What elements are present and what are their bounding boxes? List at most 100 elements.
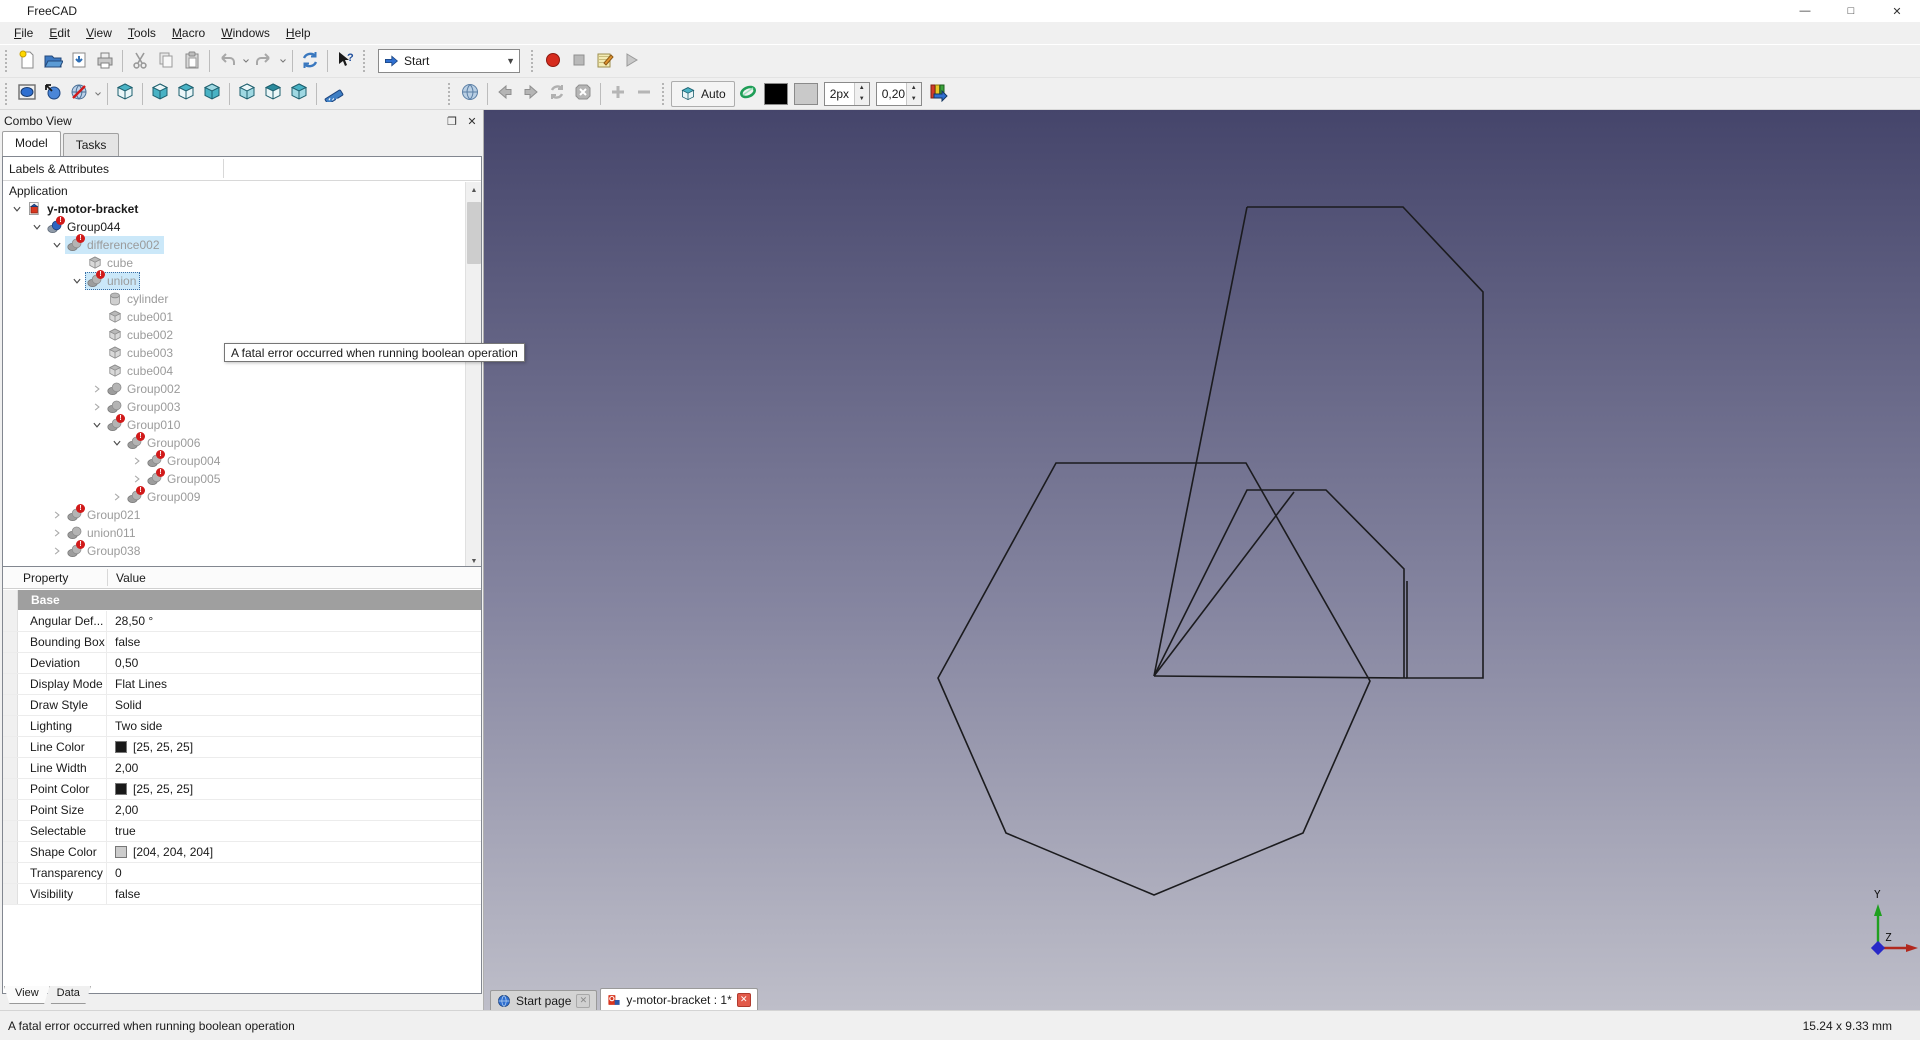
tree-item-cube001[interactable]: cube001 [3,308,464,326]
spinner-up-icon[interactable]: ▲ [854,82,869,94]
tree-scrollbar[interactable]: ▲ ▼ [465,182,481,569]
chevron-right-icon[interactable] [109,489,125,505]
texture-button[interactable] [735,81,761,107]
chevron-down-icon[interactable] [109,435,125,451]
undo-more-icon[interactable] [240,48,251,74]
tree-item-cube002[interactable]: cube002 [3,326,464,344]
tree-item-cylinder[interactable]: cylinder [3,290,464,308]
chevron-right-icon[interactable] [89,381,105,397]
maximize-button[interactable]: □ [1828,0,1874,22]
panel-close-icon[interactable]: ✕ [465,114,479,128]
property-row-line-color[interactable]: Line Color [25, 25, 25] [3,737,481,758]
nav-back-button[interactable] [492,81,518,107]
refresh-button[interactable] [297,48,323,74]
property-row-visibility[interactable]: Visibility false [3,884,481,905]
chevron-right-icon[interactable] [129,471,145,487]
undo-button[interactable] [214,48,240,74]
nav-forward-button[interactable] [518,81,544,107]
property-row-shape-color[interactable]: Shape Color [204, 204, 204] [3,842,481,863]
web-home-button[interactable] [457,81,483,107]
tree-item-group005[interactable]: ! Group005 [3,468,464,488]
render-mode-selector[interactable]: Auto [671,80,735,107]
view-right-button[interactable] [199,81,225,107]
tree-item-group003[interactable]: Group003 [3,398,464,416]
menu-tools[interactable]: Tools [120,23,164,43]
macro-record-button[interactable] [540,48,566,74]
tree-item-union011[interactable]: union011 [3,524,464,542]
redo-more-icon[interactable] [277,48,288,74]
menu-view[interactable]: View [78,23,120,43]
view-front-button[interactable] [147,81,173,107]
new-document-button[interactable] [14,48,40,74]
scrollbar-thumb[interactable] [467,202,481,264]
view-rear-button[interactable] [234,81,260,107]
toolbar-grip[interactable] [531,50,536,72]
view-top-button[interactable] [173,81,199,107]
open-document-button[interactable] [40,48,66,74]
macro-edit-button[interactable] [592,48,618,74]
tree-item-group006[interactable]: ! Group006 [3,432,464,452]
minimize-button[interactable]: — [1782,0,1828,22]
view-isometric-button[interactable] [112,81,138,107]
document-tab-start-page[interactable]: Start page ✕ [490,990,598,1010]
document-tab-y-motor-bracket-1-[interactable]: y-motor-bracket : 1* ✕ [600,988,758,1010]
toolbar-grip[interactable] [662,82,667,105]
chevron-down-icon[interactable] [89,417,105,433]
fit-selection-button[interactable] [40,81,66,107]
view-left-button[interactable] [286,81,312,107]
chevron-down-icon[interactable] [69,273,85,289]
property-row-deviation[interactable]: Deviation 0,50 [3,653,481,674]
tree-item-y-motor-bracket[interactable]: y-motor-bracket [3,200,464,218]
workbench-selector[interactable]: Start ▼ [378,49,520,73]
tree-item-group002[interactable]: Group002 [3,380,464,398]
tree-item-group021[interactable]: ! Group021 [3,504,464,524]
property-row-base[interactable]: Base [3,590,481,611]
menu-help[interactable]: Help [278,23,319,43]
tree-item-difference002[interactable]: ! difference002 [3,234,464,254]
tree-item-cube004[interactable]: cube004 [3,362,464,380]
toolbar-grip[interactable] [363,50,368,72]
tree-item-group004[interactable]: ! Group004 [3,450,464,470]
zoom-in-button[interactable] [605,81,631,107]
chevron-right-icon[interactable] [129,453,145,469]
save-document-button[interactable] [66,48,92,74]
chevron-down-icon[interactable] [9,201,25,217]
scroll-up-icon[interactable]: ▲ [466,182,481,198]
measure-distance-button[interactable] [321,81,347,107]
menu-file[interactable]: File [6,23,41,43]
menu-windows[interactable]: Windows [213,23,278,43]
panel-tab-data[interactable]: Data [45,986,91,1004]
tree-item-application[interactable]: Application [3,182,464,200]
chevron-right-icon[interactable] [49,543,65,559]
tree-item-group038[interactable]: ! Group038 [3,540,464,560]
view-bottom-button[interactable] [260,81,286,107]
chevron-down-icon[interactable] [49,237,65,253]
cut-button[interactable] [127,48,153,74]
viewport-3d[interactable]: YXZ Start page ✕ y-motor-bracket : 1* ✕ [484,110,1920,1010]
paste-button[interactable] [179,48,205,74]
fit-all-button[interactable] [14,81,40,107]
redo-button[interactable] [251,48,277,74]
property-row-line-width[interactable]: Line Width 2,00 [3,758,481,779]
tab-close-icon[interactable]: ✕ [576,993,591,1008]
point-size-spinner[interactable]: 0,20 ▲ ▼ [875,81,922,106]
spinner-down-icon[interactable]: ▼ [906,93,921,105]
print-button[interactable] [92,48,118,74]
tab-close-icon[interactable]: ✕ [736,992,751,1007]
toolbar-grip[interactable] [5,82,10,105]
nav-stop-button[interactable] [570,81,596,107]
property-row-display-mode[interactable]: Display Mode Flat Lines [3,674,481,695]
panel-tab-view[interactable]: View [4,986,50,1004]
toolbar-grip[interactable] [448,82,453,105]
panel-float-icon[interactable]: ❐ [445,114,459,128]
chevron-right-icon[interactable] [89,399,105,415]
toolbar-grip[interactable] [5,50,10,72]
line-color-swatch[interactable] [763,82,788,105]
line-width-spinner[interactable]: 2px ▲ ▼ [823,81,870,106]
draw-style-button[interactable] [66,81,92,107]
property-row-point-color[interactable]: Point Color [25, 25, 25] [3,779,481,800]
macro-stop-button[interactable] [566,48,592,74]
nav-refresh-button[interactable] [544,81,570,107]
macro-play-button[interactable] [618,48,644,74]
property-row-transparency[interactable]: Transparency 0 [3,863,481,884]
